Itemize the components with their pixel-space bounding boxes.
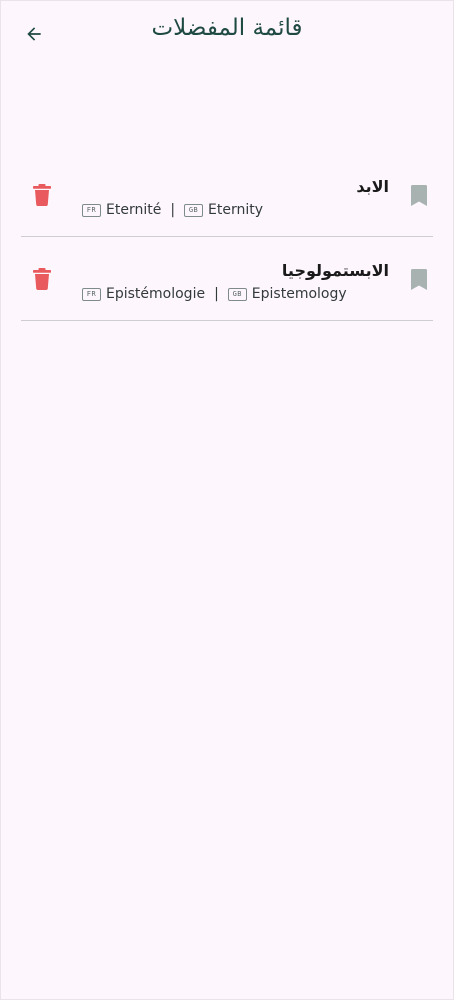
separator: | — [214, 286, 219, 302]
fr-flag-icon: FR — [82, 203, 101, 217]
bookmark-icon[interactable] — [411, 269, 427, 290]
favorite-item[interactable]: الابد FR Eternité | GB Eternity — [21, 153, 433, 237]
term-french: Epistémologie — [106, 286, 206, 302]
term-french: Eternité — [106, 202, 162, 218]
app-bar: قائمة المفضلات — [1, 1, 453, 65]
favorite-item[interactable]: الابستمولوجيا FR Epistémologie | GB Epis… — [21, 237, 433, 321]
bookmark-icon[interactable] — [411, 185, 427, 206]
translations-row: FR Epistémologie | GB Epistemology — [82, 286, 347, 302]
fr-flag-icon: FR — [82, 287, 101, 301]
gb-flag-icon: GB — [227, 287, 247, 301]
term-arabic: الابد — [356, 177, 389, 196]
page-title: قائمة المفضلات — [151, 15, 303, 41]
term-english: Eternity — [208, 202, 264, 218]
separator: | — [170, 202, 176, 218]
translations-row: FR Eternité | GB Eternity — [82, 202, 263, 218]
favorites-list: الابد FR Eternité | GB Eternity الابستمو… — [21, 153, 433, 321]
term-arabic: الابستمولوجيا — [281, 261, 389, 280]
delete-icon[interactable] — [33, 268, 51, 290]
gb-flag-icon: GB — [184, 203, 204, 217]
delete-icon[interactable] — [33, 184, 51, 206]
term-english: Epistemology — [251, 286, 347, 302]
